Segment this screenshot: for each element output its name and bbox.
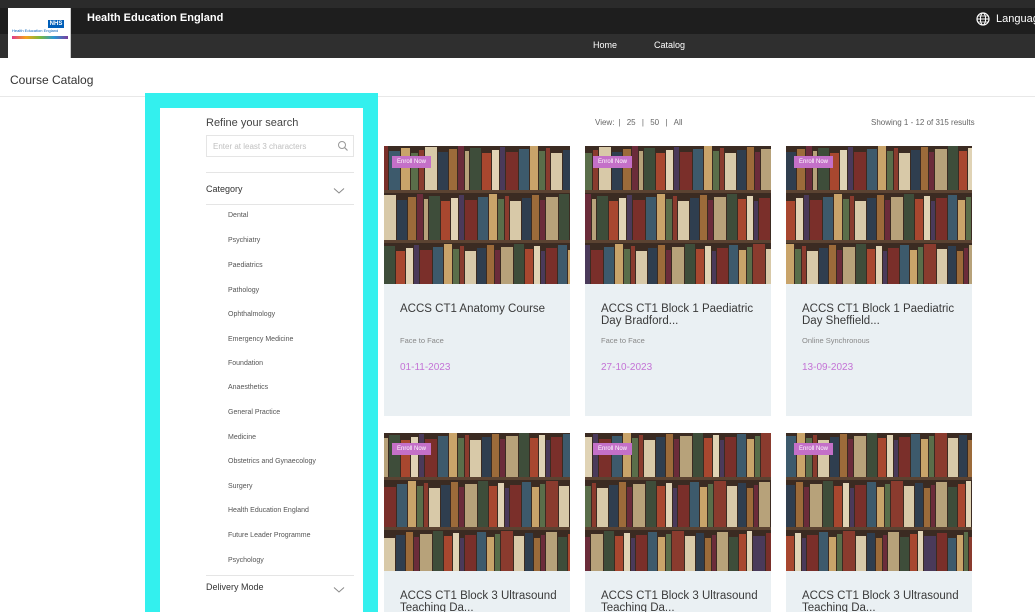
globe-icon [976,12,990,26]
category-item-foundation[interactable]: Foundation [228,360,263,367]
category-item-psychology[interactable]: Psychology [228,557,264,564]
enroll-now-badge[interactable]: Enroll Now [593,443,633,455]
view-option-50[interactable]: 50 [650,118,659,127]
course-card[interactable]: Enroll Now ACCS CT1 Block 1 Paediatric Da… [786,146,972,416]
course-date: 27-10-2023 [601,362,653,373]
brand-title[interactable]: Health Education England [87,12,223,24]
refine-heading: Refine your search [206,117,299,129]
divider [206,575,354,576]
course-title[interactable]: ACCS CT1 Anatomy Course [400,303,560,315]
divider [206,172,354,173]
header-nav-row [0,34,1035,58]
page-title: Course Catalog [10,73,94,87]
course-title[interactable]: ACCS CT1 Block 1 Paediatric Day Sheffiel… [802,303,962,327]
enroll-now-badge[interactable]: Enroll Now [794,156,834,168]
separator: | [641,118,644,127]
category-item-future-leader[interactable]: Future Leader Programme [228,532,310,539]
delivery-mode: Online Synchronous [802,336,870,345]
course-card[interactable]: Enroll Now ACCS CT1 Block 1 Paediatric Da… [585,146,771,416]
course-card[interactable]: Enroll Now ACCS CT1 Block 3 Ultrasound Te… [585,433,771,612]
category-item-medicine[interactable]: Medicine [228,434,256,441]
category-item-surgery[interactable]: Surgery [228,483,253,490]
category-item-pathology[interactable]: Pathology [228,287,259,294]
search-icon[interactable] [337,140,349,152]
course-title[interactable]: ACCS CT1 Block 3 Ultrasound Teaching Da.… [400,590,560,612]
view-option-25[interactable]: 25 [627,118,636,127]
category-item-general-practice[interactable]: General Practice [228,409,280,416]
course-title[interactable]: ACCS CT1 Block 3 Ultrasound Teaching Da.… [601,590,761,612]
divider [206,204,354,205]
category-item-ophthalmology[interactable]: Ophthalmology [228,311,275,318]
enroll-now-badge[interactable]: Enroll Now [392,443,432,455]
category-item-paediatrics[interactable]: Paediatrics [228,262,263,269]
logo-text: Health Education England [12,28,59,33]
search-box[interactable] [206,135,354,157]
results-count: Showing 1 - 12 of 315 results [871,118,975,127]
delivery-mode: Face to Face [400,336,444,345]
course-date: 01-11-2023 [400,362,451,373]
nav-home[interactable]: Home [593,40,617,50]
category-item-dental[interactable]: Dental [228,212,248,219]
category-item-anaesthetics[interactable]: Anaesthetics [228,384,268,391]
enroll-now-badge[interactable]: Enroll Now [593,156,633,168]
search-input[interactable] [207,136,337,157]
top-bar [0,0,1035,58]
logo-stripe [12,36,68,39]
category-filter-heading[interactable]: Category [206,184,243,194]
separator: | [665,118,668,127]
nav-catalog[interactable]: Catalog [654,40,685,50]
language-label: Language [996,13,1035,25]
view-option-all[interactable]: All [674,118,683,127]
category-item-hee[interactable]: Health Education England [228,507,309,514]
nhs-badge: NHS [48,20,64,28]
course-date: 13-09-2023 [802,362,854,373]
course-card[interactable]: Enroll Now ACCS CT1 Block 3 Ultrasound Te… [384,433,570,612]
category-item-obstetrics[interactable]: Obstetrics and Gynaecology [228,458,316,465]
delivery-mode: Face to Face [601,336,645,345]
logo[interactable]: NHS Health Education England [8,8,71,58]
category-item-psychiatry[interactable]: Psychiatry [228,237,260,244]
separator: | [618,118,621,127]
view-label: View: [595,118,615,127]
course-title[interactable]: ACCS CT1 Block 1 Paediatric Day Bradford… [601,303,761,327]
course-title[interactable]: ACCS CT1 Block 3 Ultrasound Teaching Da.… [802,590,962,612]
chevron-down-icon[interactable] [333,586,345,594]
course-card[interactable]: Enroll Now ACCS CT1 Anatomy Course Face to… [384,146,570,416]
language-selector[interactable]: Language [976,12,1035,26]
enroll-now-badge[interactable]: Enroll Now [794,443,834,455]
view-per-page: View: | 25 | 50 | All [593,118,685,127]
enroll-now-badge[interactable]: Enroll Now [392,156,432,168]
category-item-emergency-medicine[interactable]: Emergency Medicine [228,336,293,343]
course-card[interactable]: Enroll Now ACCS CT1 Block 3 Ultrasound Te… [786,433,972,612]
delivery-mode-filter-heading[interactable]: Delivery Mode [206,582,264,592]
chevron-down-icon[interactable] [333,187,345,195]
